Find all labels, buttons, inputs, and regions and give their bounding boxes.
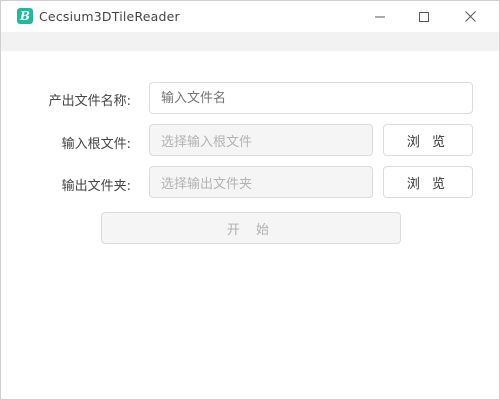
close-button[interactable] [447, 1, 493, 32]
browse-input-button[interactable]: 浏 览 [383, 124, 473, 156]
output-folder-field[interactable]: 选择输出文件夹 [149, 166, 373, 198]
maximize-icon [419, 11, 429, 22]
close-icon [464, 11, 476, 22]
app-icon: B [17, 8, 33, 24]
minimize-icon [375, 16, 385, 17]
header-strip [1, 32, 499, 51]
input-root-label: 输入根文件: [61, 137, 131, 152]
output-name-input[interactable] [149, 82, 473, 114]
start-button[interactable]: 开 始 [101, 212, 401, 244]
maximize-button[interactable] [401, 1, 447, 32]
title-bar[interactable]: B Cecsium3DTileReader [1, 1, 499, 32]
input-root-field[interactable]: 选择输入根文件 [149, 124, 373, 156]
app-window: B Cecsium3DTileReader 产出文件名称: 输入根文件: 选择输… [0, 0, 500, 400]
browse-output-button[interactable]: 浏 览 [383, 166, 473, 198]
window-title: Cecsium3DTileReader [39, 9, 180, 24]
output-name-label: 产出文件名称: [48, 94, 131, 109]
output-folder-label: 输出文件夹: [61, 179, 131, 194]
minimize-button[interactable] [357, 1, 403, 32]
form-panel: 产出文件名称: 输入根文件: 选择输入根文件 浏 览 输出文件夹: 选择输出文件… [1, 51, 499, 399]
